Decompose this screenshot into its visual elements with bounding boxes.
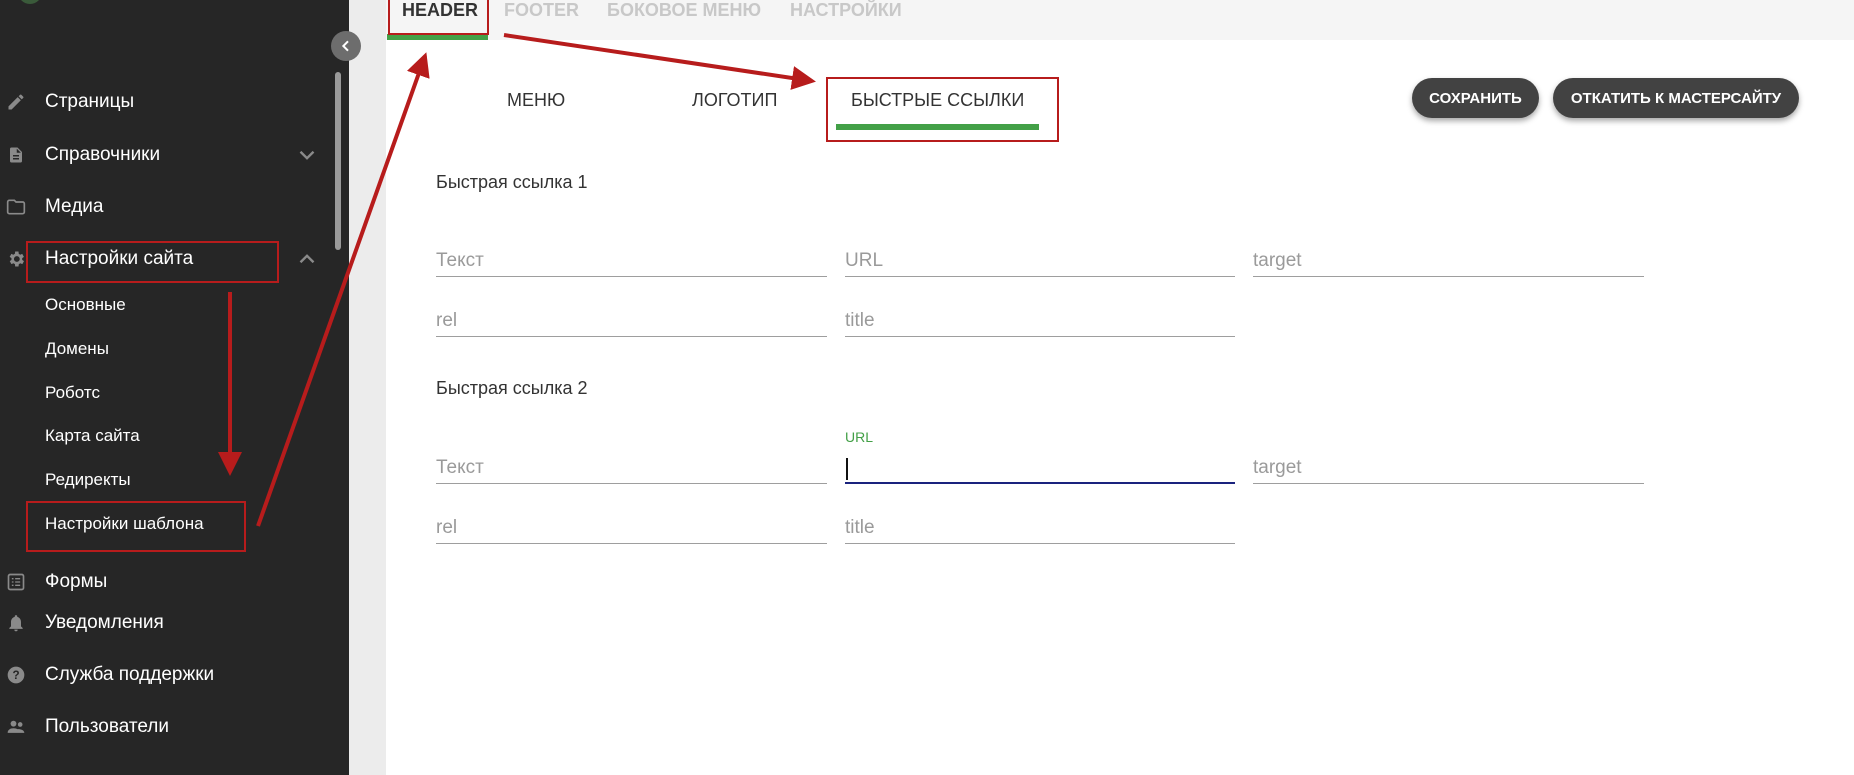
sidebar-item-support[interactable]: ? Служба поддержки — [0, 653, 320, 697]
sidebar-item-users[interactable]: Пользователи — [0, 705, 320, 749]
sidebar-item-label: Уведомления — [45, 612, 164, 633]
sidebar-scrollbar[interactable] — [335, 72, 341, 250]
subtab-menu[interactable]: МЕНЮ — [507, 90, 565, 111]
quick-link-2-rel-input[interactable] — [436, 514, 827, 542]
bell-icon — [6, 613, 26, 633]
pencil-icon — [6, 92, 26, 112]
quick-link-2-url-field[interactable] — [845, 454, 1235, 484]
quick-link-1-title-input[interactable] — [845, 307, 1235, 335]
quick-link-1-text-field[interactable] — [436, 247, 827, 277]
document-icon — [6, 145, 26, 165]
quick-link-2-text-field[interactable] — [436, 454, 827, 484]
save-button[interactable]: СОХРАНИТЬ — [1412, 78, 1539, 118]
list-icon — [6, 572, 26, 592]
quick-link-1-rel-field[interactable] — [436, 307, 827, 337]
svg-text:?: ? — [12, 669, 19, 682]
sidebar-subitem-redirects[interactable]: Редиректы — [45, 470, 131, 490]
tab-footer[interactable]: FOOTER — [504, 0, 579, 21]
quick-link-2-target-field[interactable] — [1253, 454, 1644, 484]
sidebar-item-label: Формы — [45, 571, 108, 592]
chevron-down-icon[interactable] — [294, 142, 320, 168]
annotation-box-template-settings — [26, 501, 246, 552]
quick-link-2-target-input[interactable] — [1253, 454, 1644, 482]
sidebar-subitem-basic[interactable]: Основные — [45, 295, 126, 315]
quick-link-2-url-label: URL — [845, 429, 874, 445]
quick-link-1-target-field[interactable] — [1253, 247, 1644, 277]
quick-link-2-rel-field[interactable] — [436, 514, 827, 544]
quick-link-1-text-input[interactable] — [436, 247, 827, 275]
annotation-box-site-settings — [26, 241, 279, 283]
gear-icon — [6, 249, 26, 269]
sidebar-item-label: Служба поддержки — [45, 664, 215, 685]
sidebar-item-directories[interactable]: Справочники — [0, 133, 320, 177]
annotation-box-header-tab — [388, 0, 489, 35]
section-title-quick-link-2: Быстрая ссылка 2 — [436, 378, 588, 398]
rollback-button[interactable]: ОТКАТИТЬ К МАСТЕРСАЙТУ — [1553, 78, 1799, 118]
quick-link-1-target-input[interactable] — [1253, 247, 1644, 275]
sidebar: Страницы Справочники Медиа Настройки сай… — [0, 0, 349, 775]
quick-link-1-title-field[interactable] — [845, 307, 1235, 337]
quick-link-1-rel-input[interactable] — [436, 307, 827, 335]
text-cursor — [846, 458, 848, 480]
collapse-sidebar-button[interactable] — [331, 31, 361, 61]
sidebar-item-forms[interactable]: Формы — [0, 560, 320, 604]
top-tab-bar: HEADER FOOTER БОКОВОЕ МЕНЮ НАСТРОЙКИ — [386, 0, 1854, 40]
chevron-up-icon[interactable] — [294, 246, 320, 272]
quick-link-2-title-input[interactable] — [845, 514, 1235, 542]
quick-link-1-url-input[interactable] — [845, 247, 1235, 275]
section-title-quick-link-1: Быстрая ссылка 1 — [436, 172, 588, 192]
annotation-box-quick-links-tab — [826, 77, 1059, 142]
help-icon: ? — [6, 665, 26, 685]
sidebar-item-notifications[interactable]: Уведомления — [0, 601, 320, 645]
tab-side-menu[interactable]: БОКОВОЕ МЕНЮ — [607, 0, 761, 21]
tab-settings[interactable]: НАСТРОЙКИ — [790, 0, 902, 21]
quick-link-2-text-input[interactable] — [436, 454, 827, 482]
sidebar-item-pages[interactable]: Страницы — [0, 80, 320, 124]
chevron-left-icon — [341, 40, 349, 52]
folder-icon — [6, 197, 26, 217]
sidebar-item-label: Справочники — [45, 144, 161, 165]
quick-link-1-url-field[interactable] — [845, 247, 1235, 277]
sidebar-item-media[interactable]: Медиа — [0, 185, 320, 229]
sidebar-subitem-domains[interactable]: Домены — [45, 339, 109, 359]
sidebar-item-label: Страницы — [45, 91, 135, 112]
sidebar-subitem-robots[interactable]: Роботс — [45, 383, 100, 403]
sidebar-item-label: Пользователи — [45, 716, 170, 737]
logo — [14, 0, 104, 6]
sidebar-subitem-sitemap[interactable]: Карта сайта — [45, 426, 140, 446]
quick-link-2-url-input[interactable] — [845, 454, 1235, 482]
subtab-logo[interactable]: ЛОГОТИП — [692, 90, 777, 111]
sidebar-item-label: Медиа — [45, 196, 104, 217]
people-icon — [6, 717, 26, 737]
quick-link-2-title-field[interactable] — [845, 514, 1235, 544]
